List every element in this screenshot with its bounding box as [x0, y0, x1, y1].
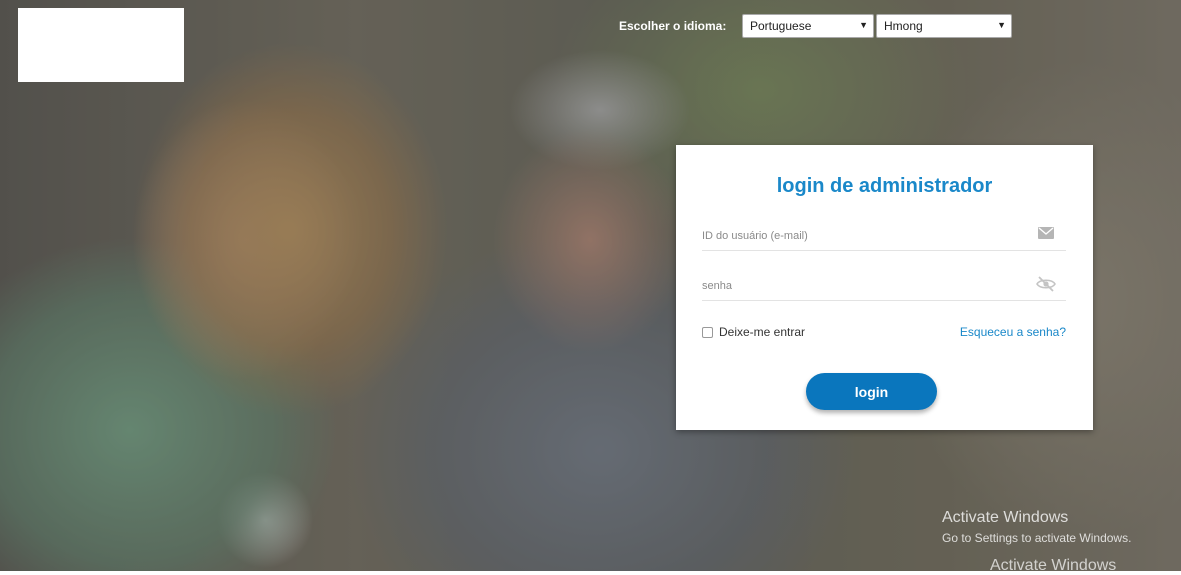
language-label: Escolher o idioma: — [619, 19, 727, 33]
language-select-primary[interactable]: Portuguese ▼ — [742, 14, 874, 38]
login-button[interactable]: login — [806, 373, 937, 410]
user-id-field — [702, 222, 1066, 251]
watermark-subtitle: Go to Settings to activate Windows. — [942, 531, 1132, 545]
language-select-secondary[interactable]: Hmong ▼ — [876, 14, 1012, 38]
remember-checkbox[interactable] — [702, 326, 713, 338]
forgot-password-link[interactable]: Esqueceu a senha? — [960, 325, 1066, 339]
password-input[interactable] — [702, 280, 1022, 292]
password-field — [702, 272, 1066, 301]
watermark-title: Activate Windows — [942, 509, 1069, 526]
user-id-input[interactable] — [702, 230, 1022, 242]
language-select-primary-value: Portuguese — [750, 19, 812, 33]
mail-icon — [1038, 227, 1054, 239]
login-title: login de administrador — [776, 175, 993, 197]
eye-off-icon[interactable] — [1036, 276, 1056, 292]
chevron-down-icon: ▼ — [997, 20, 1006, 30]
logo-placeholder — [18, 8, 184, 82]
windows-activation-watermark: Activate Windows Go to Settings to activ… — [942, 509, 1131, 545]
remember-me[interactable]: Deixe-me entrar — [702, 325, 805, 339]
watermark-repeat: Activate Windows — [990, 557, 1117, 574]
language-select-secondary-value: Hmong — [884, 19, 923, 33]
remember-label: Deixe-me entrar — [719, 325, 806, 339]
login-card: login de administrador Deixe-me entrar E… — [676, 145, 1093, 430]
chevron-down-icon: ▼ — [859, 20, 868, 30]
